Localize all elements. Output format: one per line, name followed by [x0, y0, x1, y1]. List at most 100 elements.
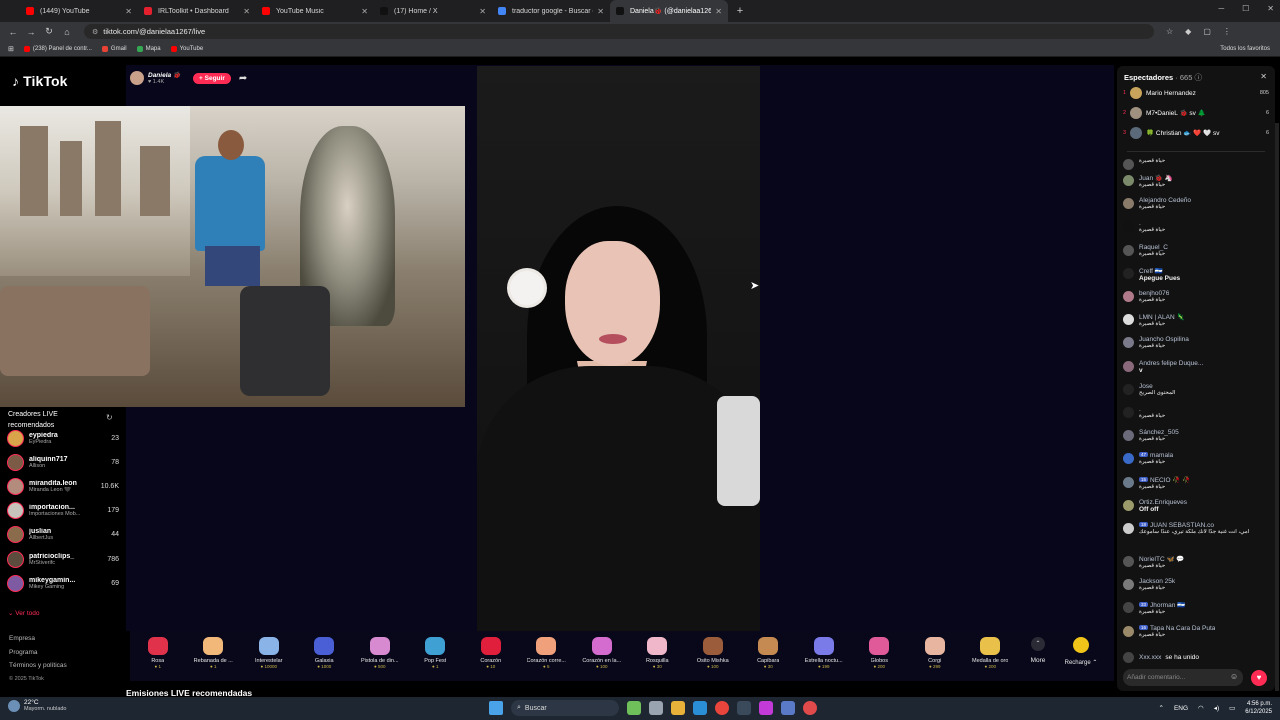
back-icon[interactable]: ←: [4, 27, 22, 37]
windows-start-icon[interactable]: [489, 701, 503, 715]
host-avatar[interactable]: [130, 71, 144, 85]
browser-tab[interactable]: IRLToolkit • Dashboard ✕: [138, 0, 256, 22]
chat-message[interactable]: Jackson 25k حياة قصيرة: [1123, 578, 1271, 591]
bookmark-item[interactable]: Mapa: [136, 45, 161, 52]
chat-message[interactable]: حياة قصيرة: [1123, 158, 1271, 170]
maximize-icon[interactable]: ☐: [1242, 4, 1249, 13]
browser-tab[interactable]: Daniela🐞 (@danielaa1267) ✕: [610, 0, 728, 22]
gift-item[interactable]: Rebanada de ... ● 1: [186, 631, 242, 681]
browser-tab[interactable]: (1449) YouTube ✕: [20, 0, 138, 22]
chat-message[interactable]: NorielTC 🦋 💬 حياة قصيرة: [1123, 555, 1271, 569]
refresh-icon[interactable]: ↻: [106, 413, 113, 422]
new-tab-button[interactable]: +: [732, 3, 748, 19]
steam-icon[interactable]: [781, 701, 795, 715]
chrome-icon[interactable]: [715, 701, 729, 715]
top-viewer-row[interactable]: 1 Mario Hernandez 805: [1123, 86, 1269, 100]
browser-tab[interactable]: (17) Home / X ✕: [374, 0, 492, 22]
bookmark-item[interactable]: YouTube: [170, 45, 203, 52]
bookmark-item[interactable]: Gmail: [101, 45, 127, 52]
browser-tab[interactable]: YouTube Music ✕: [256, 0, 374, 22]
host-name[interactable]: Daniela 🐞: [148, 71, 181, 79]
follow-button[interactable]: + Seguir: [193, 72, 231, 84]
more-gifts-button[interactable]: ⌃ More: [1018, 631, 1058, 681]
chat-message[interactable]: 47 mamala حياة قصيرة: [1123, 452, 1271, 465]
footer-link-terminos[interactable]: Términos y políticas: [9, 659, 67, 673]
all-favorites-link[interactable]: Todos los favoritos: [1220, 46, 1270, 52]
battery-icon[interactable]: ▭: [1229, 704, 1235, 712]
tab-close-icon[interactable]: ✕: [125, 7, 132, 16]
top-viewer-row[interactable]: 2 M7•DanieL 🐞 sv 🌲 6: [1123, 106, 1269, 120]
app-icon[interactable]: [737, 701, 751, 715]
tab-close-icon[interactable]: ✕: [479, 7, 486, 16]
wifi-icon[interactable]: ◠: [1198, 704, 1204, 712]
chat-message[interactable]: Juan 🐞 🦄 حياة قصيرة: [1123, 174, 1271, 188]
edge-icon[interactable]: [693, 701, 707, 715]
bookmark-star-icon[interactable]: ☆: [1166, 27, 1173, 36]
chat-message[interactable]: Ortiz.Enriqueves Off off: [1123, 499, 1271, 513]
forward-icon[interactable]: →: [22, 27, 40, 37]
share-icon[interactable]: ➦: [239, 73, 247, 84]
task-view-icon[interactable]: [649, 701, 663, 715]
chat-message[interactable]: 33 Jhorman 🇸🇻 حياة قصيرة: [1123, 601, 1271, 615]
gift-item[interactable]: Pistola de din... ● 500: [352, 631, 408, 681]
gift-item[interactable]: Pop Fest ● 1: [408, 631, 464, 681]
chat-message[interactable]: Sánchez_505 حياة قصيرة: [1123, 429, 1271, 442]
comment-input[interactable]: Añadir comentario...: [1123, 669, 1243, 686]
recharge-button[interactable]: Recharge ⌃: [1058, 631, 1104, 681]
gift-item[interactable]: Estrella noctu... ● 199: [796, 631, 852, 681]
gift-item[interactable]: Corazón corre... ● 5: [519, 631, 575, 681]
gift-item[interactable]: Medalla de oro ● 200: [963, 631, 1019, 681]
gift-item[interactable]: Rosquilla ● 30: [630, 631, 686, 681]
tiktok-logo[interactable]: ♪ TikTok: [12, 73, 68, 89]
home-icon[interactable]: ⌂: [58, 27, 76, 37]
emoji-icon[interactable]: ☺: [1230, 672, 1238, 681]
info-icon[interactable]: ⓘ: [1195, 73, 1203, 82]
close-window-icon[interactable]: ✕: [1267, 4, 1274, 13]
footer-link-programa[interactable]: Programa: [9, 646, 67, 660]
creator-item[interactable]: patricioclips_ MrStiverifc 786: [7, 548, 119, 570]
language-indicator[interactable]: ENG: [1174, 705, 1188, 712]
bookmark-item[interactable]: (238) Panel de contr...: [23, 45, 92, 52]
heart-button[interactable]: ♥: [1251, 670, 1267, 686]
gift-item[interactable]: Interestelar ● 10000: [241, 631, 297, 681]
gift-item[interactable]: Globos ● 200: [852, 631, 908, 681]
browser-tab[interactable]: traductor google - Buscar con Google ✕: [492, 0, 610, 22]
close-chat-icon[interactable]: ✕: [1260, 72, 1267, 81]
chat-message[interactable]: 16 Tapa Na Cara Da Puta حياة قصيرة: [1123, 624, 1271, 638]
chat-message[interactable]: Creff 🇸🇻 Apegue Pues: [1123, 267, 1271, 282]
volume-icon[interactable]: ◂): [1214, 704, 1219, 712]
gift-item[interactable]: Galaxia ● 1000: [297, 631, 353, 681]
extension-icon[interactable]: ◆: [1185, 27, 1191, 36]
creator-item[interactable]: mirandita.leon Miranda Leon 🖤 10.6K: [7, 475, 119, 497]
creator-item[interactable]: importacion... Importaciones Mob... 179: [7, 500, 119, 522]
gift-item[interactable]: Rosa ● 1: [130, 631, 186, 681]
ver-todo-link[interactable]: ⌄ Ver todo: [8, 609, 39, 617]
creator-item[interactable]: eypiedra EyPiedra 23: [7, 427, 119, 449]
creator-item[interactable]: aliquinn717 Allison 78: [7, 451, 119, 473]
gift-item[interactable]: Corazón ● 10: [463, 631, 519, 681]
chat-message[interactable]: Juancho Ospilina حياة قصيرة: [1123, 336, 1271, 349]
extensions-puzzle-icon[interactable]: ▢: [1203, 27, 1211, 36]
chat-message[interactable]: . حياة قصيرة: [1123, 220, 1271, 233]
widgets-icon[interactable]: [627, 701, 641, 715]
site-info-icon[interactable]: ⚙: [92, 28, 98, 36]
chat-message[interactable]: LMN | ALAN 🦎 حياة قصيرة: [1123, 313, 1271, 327]
joined-user[interactable]: Xxx.xxx: [1139, 654, 1161, 661]
gift-item[interactable]: Capibara ● 30: [741, 631, 797, 681]
chat-message[interactable]: . حياة قصيرة: [1123, 406, 1271, 419]
app-icon[interactable]: [759, 701, 773, 715]
menu-dots-icon[interactable]: ⋮: [1223, 27, 1231, 36]
chat-message[interactable]: Raquel_C حياة قصيرة: [1123, 244, 1271, 257]
page-scrollbar[interactable]: [1275, 123, 1279, 691]
chat-message[interactable]: Jose المحتوى الصريح: [1123, 383, 1271, 396]
clock[interactable]: 4:56 p.m. 6/12/2025: [1245, 700, 1272, 716]
chat-message[interactable]: 15 NECIO 🥀 🥀 حياة قصيرة: [1123, 476, 1271, 490]
tab-close-icon[interactable]: ✕: [243, 7, 250, 16]
file-explorer-icon[interactable]: [671, 701, 685, 715]
gift-item[interactable]: Corgi ● 299: [907, 631, 963, 681]
chat-message[interactable]: benjho076 حياة قصيرة: [1123, 290, 1271, 303]
gift-item[interactable]: Osito Mishka ● 100: [685, 631, 741, 681]
taskbar-search[interactable]: ⌕ Buscar: [511, 700, 619, 716]
creator-item[interactable]: mikeygamin... Mikey Gaming 69: [7, 572, 119, 594]
chat-message[interactable]: Andres felipe Duque... v: [1123, 360, 1271, 374]
